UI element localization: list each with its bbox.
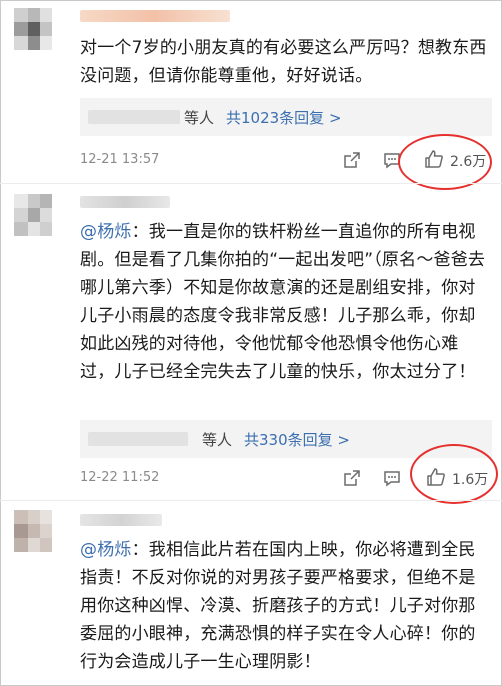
- comment-text: @杨烁：我相信此片若在国内上映，你必将遭到全民指责！不反对你说的对男孩子要严格要…: [80, 536, 490, 676]
- timestamp: 12-22 11:52: [80, 470, 160, 485]
- avatar[interactable]: [14, 510, 52, 552]
- comment-body: ：我一直是你的铁杆粉丝一直追你的所有电视剧。但是看了几集你拍的“一起出发吧”（原…: [80, 222, 486, 382]
- comment-3: @杨烁：我相信此片若在国内上映，你必将遭到全民指责！不反对你说的对男孩子要严格要…: [0, 502, 502, 686]
- repliers-blurred: [88, 432, 188, 446]
- comment-2: @杨烁：我一直是你的铁杆粉丝一直追你的所有电视剧。但是看了几集你拍的“一起出发吧…: [0, 184, 502, 504]
- highlight-circle: [410, 444, 498, 504]
- comment-icon[interactable]: [382, 468, 402, 488]
- share-icon[interactable]: [342, 150, 362, 170]
- repliers-blurred: [88, 110, 180, 124]
- highlight-circle: [398, 134, 492, 190]
- timestamp: 12-21 13:57: [80, 152, 160, 167]
- replies-bar[interactable]: 等人 共1023条回复 >: [80, 98, 492, 136]
- comment-text: @杨烁：我一直是你的铁杆粉丝一直追你的所有电视剧。但是看了几集你拍的“一起出发吧…: [80, 218, 490, 386]
- share-icon[interactable]: [342, 468, 362, 488]
- comment-body: ：我相信此片若在国内上映，你必将遭到全民指责！不反对你说的对男孩子要严格要求，但…: [80, 540, 476, 672]
- username-blurred[interactable]: [80, 196, 170, 208]
- mention-link[interactable]: @杨烁: [80, 540, 132, 560]
- reply-count-link[interactable]: 共330条回复 >: [244, 429, 350, 450]
- repliers-suffix: 等人: [202, 431, 233, 449]
- separator: [0, 500, 502, 501]
- mention-link[interactable]: @杨烁: [80, 222, 132, 242]
- comment-1: 对一个7岁的小朋友真的有必要这么严厉吗？想教东西没问题，但请你能尊重他，好好说话…: [0, 0, 502, 190]
- reply-count-link[interactable]: 共1023条回复 >: [226, 107, 342, 128]
- username-blurred[interactable]: [80, 10, 230, 22]
- comment-text: 对一个7岁的小朋友真的有必要这么严厉吗？想教东西没问题，但请你能尊重他，好好说话…: [80, 38, 487, 86]
- username-blurred[interactable]: [80, 514, 162, 526]
- avatar[interactable]: [14, 194, 52, 236]
- repliers-suffix: 等人: [184, 109, 215, 127]
- avatar[interactable]: [14, 8, 52, 50]
